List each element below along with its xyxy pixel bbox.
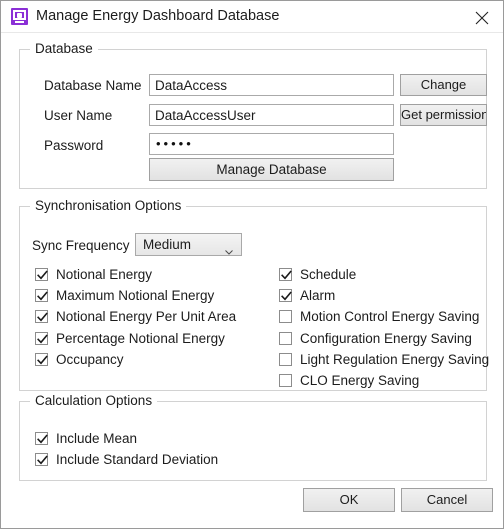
checkbox-checked-icon[interactable] [279, 268, 292, 281]
title-bar: Manage Energy Dashboard Database [1, 1, 503, 33]
checkbox-label: CLO Energy Saving [300, 373, 420, 388]
sync-right-checkbox-row[interactable]: Motion Control Energy Saving [279, 308, 479, 325]
sync-options-group-legend: Synchronisation Options [30, 198, 187, 213]
window-title: Manage Energy Dashboard Database [36, 8, 280, 24]
get-permission-button[interactable]: Get permission [400, 104, 487, 126]
checkbox-unchecked-icon[interactable] [279, 310, 292, 324]
checkbox-unchecked-icon[interactable] [279, 331, 292, 345]
calc-checkbox-row[interactable]: Include Mean [35, 430, 137, 447]
sync-right-checkbox-row[interactable]: CLO Energy Saving [279, 372, 419, 389]
chevron-down-icon [225, 242, 233, 255]
checkbox-checked-icon[interactable] [35, 289, 48, 303]
checkbox-label: Percentage Notional Energy [56, 330, 225, 346]
sync-right-checkbox-row[interactable]: Configuration Energy Saving [279, 330, 472, 347]
checkbox-label: Include Mean [56, 431, 138, 446]
checkbox-unchecked-icon[interactable] [279, 352, 292, 366]
user-name-input[interactable] [149, 104, 394, 126]
sync-left-checkbox-row[interactable]: Percentage Notional Energy [35, 330, 225, 347]
cancel-button[interactable]: Cancel [401, 488, 493, 512]
checkbox-label: Notional Energy Per Unit Area [56, 309, 237, 325]
checkbox-label: Occupancy [56, 351, 124, 367]
ok-button[interactable]: OK [303, 488, 395, 512]
checkbox-label: Schedule [300, 267, 357, 282]
checkbox-label: Light Regulation Energy Saving [300, 351, 490, 367]
user-name-label: User Name [44, 108, 113, 123]
sync-right-checkbox-row[interactable]: Schedule [279, 266, 356, 283]
checkbox-label: Include Standard Deviation [56, 452, 219, 468]
sync-left-checkbox-row[interactable]: Notional Energy Per Unit Area [35, 308, 236, 325]
calc-checkbox-row[interactable]: Include Standard Deviation [35, 451, 218, 468]
checkbox-checked-icon[interactable] [35, 268, 48, 281]
checkbox-label: Notional Energy [56, 267, 153, 282]
sync-left-checkbox-row[interactable]: Occupancy [35, 351, 124, 368]
database-name-label: Database Name [44, 78, 142, 93]
sync-right-checkbox-row[interactable]: Light Regulation Energy Saving [279, 351, 489, 368]
database-name-input[interactable] [149, 74, 394, 96]
checkbox-label: Alarm [300, 288, 336, 304]
password-label: Password [44, 138, 104, 153]
checkbox-checked-icon[interactable] [35, 432, 48, 445]
sync-left-checkbox-row[interactable]: Notional Energy [35, 266, 152, 283]
close-icon[interactable] [469, 5, 495, 29]
checkbox-checked-icon[interactable] [35, 453, 48, 467]
change-button[interactable]: Change [400, 74, 487, 96]
checkbox-label: Configuration Energy Saving [300, 330, 472, 346]
sync-frequency-label: Sync Frequency [32, 238, 130, 253]
sync-frequency-select[interactable]: Medium [135, 233, 242, 256]
sync-left-checkbox-row[interactable]: Maximum Notional Energy [35, 287, 214, 304]
password-input[interactable]: ••••• [149, 133, 394, 155]
sync-frequency-value: Medium [143, 237, 192, 252]
checkbox-checked-icon[interactable] [35, 310, 48, 324]
calculation-options-group-legend: Calculation Options [30, 393, 158, 408]
checkbox-label: Maximum Notional Energy [56, 288, 215, 304]
database-group-legend: Database [30, 41, 98, 56]
checkbox-unchecked-icon[interactable] [279, 374, 292, 387]
manage-database-button[interactable]: Manage Database [149, 158, 394, 181]
dialog-window: Manage Energy Dashboard Database Databas… [0, 0, 504, 529]
sync-right-checkbox-row[interactable]: Alarm [279, 287, 335, 304]
checkbox-label: Motion Control Energy Saving [300, 309, 480, 325]
checkbox-checked-icon[interactable] [279, 289, 292, 303]
checkbox-checked-icon[interactable] [35, 331, 48, 345]
monitor-icon [11, 8, 28, 25]
checkbox-checked-icon[interactable] [35, 352, 48, 366]
